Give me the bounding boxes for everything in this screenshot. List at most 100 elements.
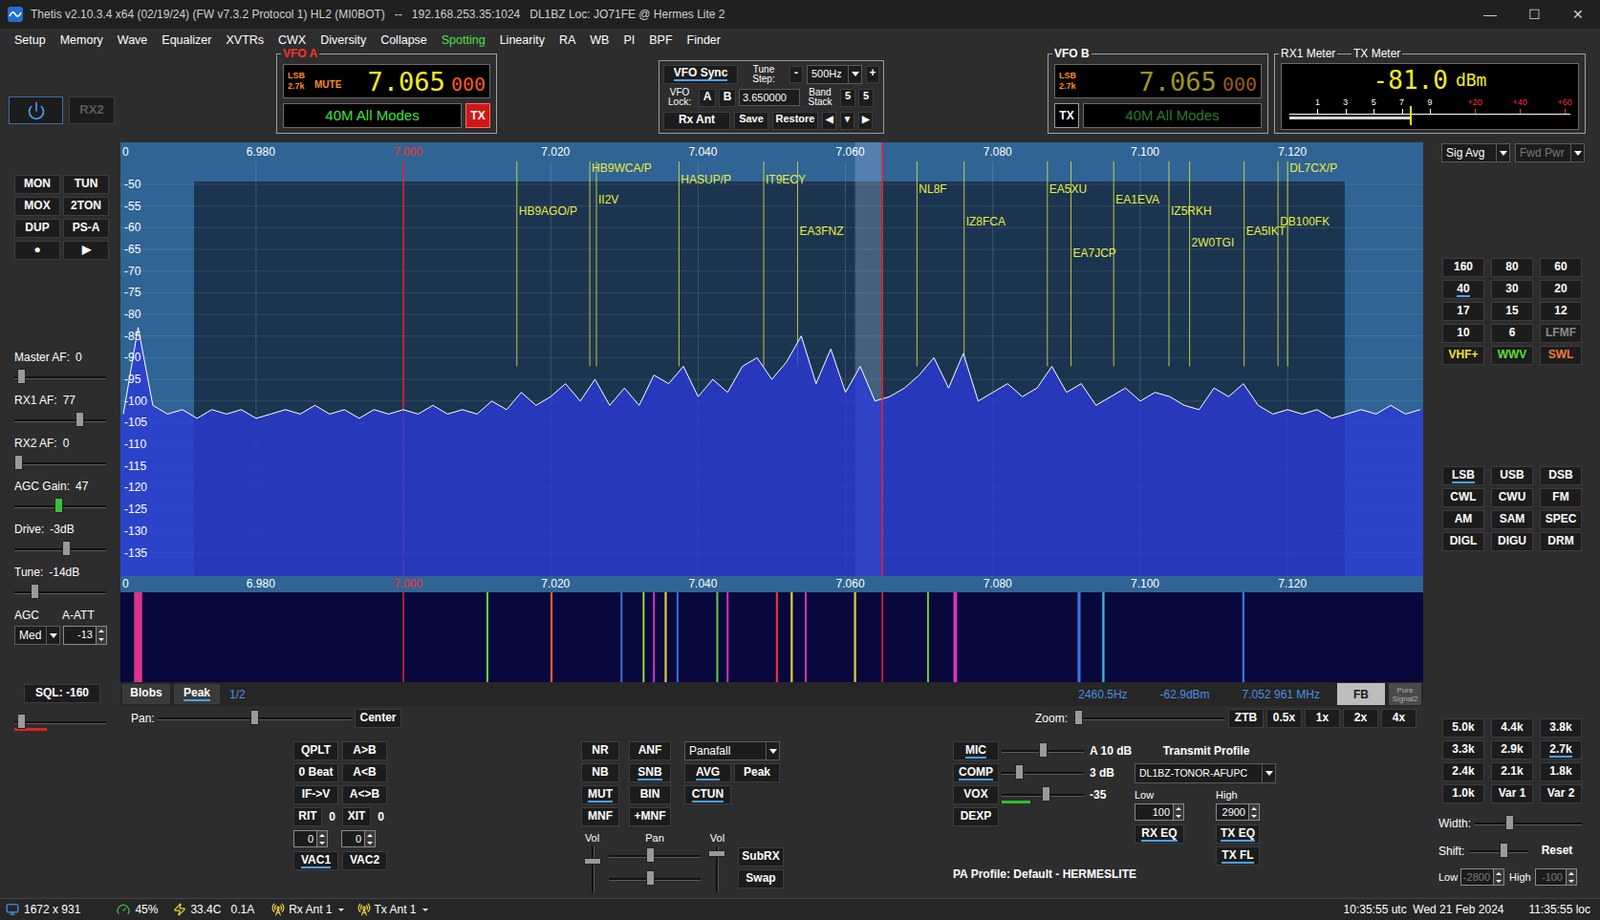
mode-button[interactable]: DRM	[1539, 532, 1582, 552]
band-button[interactable]: VHF+	[1442, 345, 1485, 366]
function-button[interactable]: ●	[14, 240, 61, 260]
filter-button[interactable]: 2.1k	[1491, 762, 1534, 782]
tx-filter-low-spin[interactable]: 100	[1134, 803, 1185, 822]
swap-button[interactable]: Swap	[737, 869, 784, 889]
filter-button[interactable]: 3.3k	[1442, 740, 1485, 760]
display-mode-dropdown[interactable]: Panafall	[684, 741, 780, 761]
slider-thumb[interactable]	[1041, 786, 1051, 802]
dsp-button[interactable]: +MNF	[628, 807, 671, 827]
rx-ant-button[interactable]: Rx Ant	[663, 111, 731, 130]
spot-label[interactable]: EA1EVA	[1113, 193, 1160, 207]
dsp-button[interactable]: SNB	[628, 763, 671, 783]
dsp-button[interactable]: ANF	[628, 741, 671, 761]
band-stack-button[interactable]: 5	[858, 88, 874, 108]
transmit-profile-dropdown[interactable]: DL1BZ-TONOR-AFUPC	[1134, 763, 1276, 784]
menu-item[interactable]: PI	[623, 34, 635, 47]
menu-item[interactable]: Finder	[687, 34, 721, 47]
level-slider[interactable]	[14, 540, 107, 560]
spot-label[interactable]: HB9WCA/P	[589, 161, 652, 175]
menu-item[interactable]: Memory	[60, 34, 104, 47]
step-minus-button[interactable]: -	[789, 65, 803, 84]
band-button[interactable]: 80	[1491, 258, 1534, 278]
menu-item[interactable]: WB	[589, 34, 609, 47]
function-button[interactable]: DUP	[14, 218, 61, 238]
zoom-slider[interactable]	[1073, 709, 1225, 729]
vfo-tool-button[interactable]: 0 Beat	[293, 763, 339, 783]
power-button[interactable]	[8, 96, 64, 125]
slider-thumb[interactable]	[30, 583, 40, 600]
function-button[interactable]: ▶	[63, 240, 109, 260]
rx-meter-label[interactable]: RX1 Meter	[1278, 46, 1338, 61]
level-slider[interactable]	[14, 410, 107, 431]
squelch-button[interactable]: SQL: -160	[23, 684, 101, 704]
zoom-button[interactable]: 1x	[1304, 709, 1341, 729]
dsp-button[interactable]: MUT	[581, 785, 620, 805]
function-button[interactable]: PS-A	[63, 218, 109, 238]
level-slider[interactable]	[14, 454, 107, 474]
tx-level-slider[interactable]	[1001, 785, 1084, 805]
mode-button[interactable]: CWU	[1491, 488, 1534, 508]
band-button[interactable]: LFMF	[1539, 324, 1582, 344]
vfo-lock-button[interactable]: A	[698, 88, 716, 108]
xit-spin[interactable]: 0	[341, 830, 376, 848]
filter-high-spin[interactable]: -100	[1535, 868, 1578, 887]
menu-item[interactable]: Linearity	[499, 34, 545, 47]
spot-label[interactable]: EA5IKT	[1244, 224, 1286, 238]
center-button[interactable]: Center	[354, 709, 402, 729]
level-slider[interactable]	[14, 497, 107, 517]
band-button[interactable]: 30	[1491, 280, 1534, 300]
band-button[interactable]: WWV	[1491, 345, 1534, 366]
mode-button[interactable]: FM	[1539, 488, 1582, 508]
mode-button[interactable]: AM	[1442, 510, 1485, 530]
menu-item[interactable]: BPF	[648, 34, 672, 47]
spot-label[interactable]: EA5XU	[1047, 182, 1087, 196]
dsp-button[interactable]: NB	[581, 763, 620, 783]
band-button[interactable]: 6	[1491, 324, 1534, 344]
vfo-sync-button[interactable]: VFO Sync	[663, 64, 738, 85]
pan-balance-slider[interactable]	[608, 846, 701, 866]
slider-thumb[interactable]	[708, 850, 726, 858]
slider-thumb[interactable]	[646, 847, 655, 864]
tx-function-button[interactable]: VOX	[952, 785, 999, 805]
rx2-button[interactable]: RX2	[68, 96, 115, 125]
pan-slider[interactable]	[157, 709, 352, 729]
waterfall[interactable]	[120, 592, 1424, 683]
spot-label[interactable]: 2W0TGI	[1189, 236, 1235, 250]
fb-button[interactable]: FB	[1337, 683, 1385, 706]
blobs-button[interactable]: Blobs	[122, 684, 171, 705]
mode-button[interactable]: SAM	[1491, 510, 1534, 530]
slider-thumb[interactable]	[1074, 710, 1083, 726]
menu-item[interactable]: RA	[559, 34, 576, 47]
band-stack-arrow-button[interactable]: ▼	[840, 111, 855, 130]
mode-button[interactable]: SPEC	[1539, 510, 1582, 530]
rx-antenna-selector[interactable]: Rx Ant 1	[288, 901, 332, 919]
spot-label[interactable]: DL7CX/P	[1287, 161, 1338, 175]
menu-item[interactable]: Setup	[14, 34, 46, 47]
xit-button[interactable]: XIT	[342, 807, 371, 827]
function-button[interactable]: 2TON	[63, 196, 109, 217]
menu-item[interactable]: Equalizer	[161, 34, 212, 47]
band-button[interactable]: 12	[1539, 302, 1582, 322]
vfo-tool-button[interactable]: A<>B	[342, 785, 388, 805]
band-button[interactable]: 20	[1539, 280, 1582, 300]
rx-meter-dropdown[interactable]: Sig Avg	[1441, 143, 1511, 163]
menu-item[interactable]: CWX	[278, 34, 306, 47]
filter-button[interactable]: 1.8k	[1539, 762, 1582, 782]
tx-function-button[interactable]: DEXP	[952, 807, 999, 827]
sub-volume-slider[interactable]	[708, 846, 726, 893]
frequency-display[interactable]: LSB2.7k7.065000	[1054, 64, 1262, 99]
filter-button[interactable]: 5.0k	[1442, 718, 1485, 738]
spot-label[interactable]: IZ5RKH	[1168, 204, 1212, 218]
mode-button[interactable]: DIGU	[1491, 532, 1534, 552]
avg-button[interactable]: AVG	[684, 763, 732, 783]
band-button[interactable]: 60	[1539, 258, 1582, 278]
tx-eq-button[interactable]: TX EQ	[1215, 824, 1260, 844]
tx-function-button[interactable]: COMP	[952, 763, 999, 783]
vfo-tool-button[interactable]: IF->V	[293, 785, 339, 805]
filter-button[interactable]: 1.0k	[1442, 784, 1485, 804]
level-slider[interactable]	[14, 583, 107, 603]
panadapter[interactable]: -50-55-60-65-70-75-80-85-90-95-100-105-1…	[120, 142, 1424, 577]
window-control-button[interactable]: —	[1468, 0, 1513, 29]
spot-label[interactable]: IZ8FCA	[964, 215, 1006, 229]
rit-spin[interactable]: 0	[293, 830, 328, 848]
